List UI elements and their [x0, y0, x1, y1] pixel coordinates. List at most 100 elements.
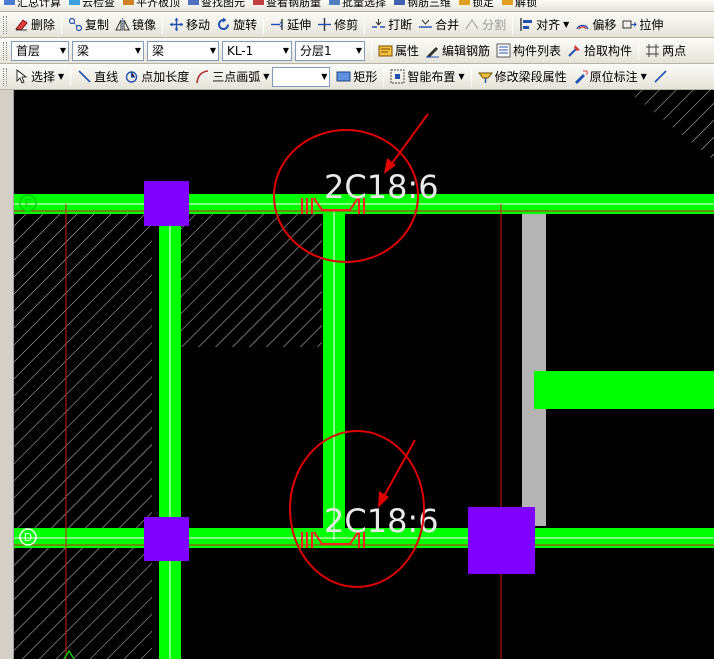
stretch-icon [622, 17, 638, 32]
align-slab-top-button[interactable]: 平齐板顶 [119, 0, 184, 10]
two-points-button[interactable]: 两点 [642, 40, 689, 62]
calc-icon [4, 0, 15, 5]
dropdown-arrow-icon: ▼ [640, 72, 647, 81]
cloud-icon [69, 0, 80, 5]
break-icon [371, 17, 386, 32]
dropdown-arrow-icon: ▼ [263, 72, 270, 81]
axis-label-e: E [25, 197, 32, 210]
delete-button[interactable]: 删除 [11, 14, 58, 36]
cloud-check-button[interactable]: 云检查 [65, 0, 119, 10]
modify-beam-segment-button[interactable]: 修改梁段属性 [475, 66, 570, 88]
batch-select-icon [329, 0, 340, 5]
sublayer-select[interactable]: 分层1 ▼ [295, 40, 365, 61]
separator [383, 67, 385, 86]
properties-icon [378, 43, 393, 58]
trim-icon [317, 17, 332, 32]
move-arrows-icon [169, 17, 184, 32]
pick-component-button[interactable]: 拾取构件 [564, 40, 635, 62]
annotation-icon [573, 69, 588, 84]
rotate-icon [216, 17, 231, 32]
move-button[interactable]: 移动 [166, 14, 213, 36]
column[interactable] [144, 181, 189, 226]
toolbar-grip[interactable] [3, 41, 7, 60]
batch-select-button[interactable]: 批量选择 [325, 0, 390, 10]
mirror-icon [115, 17, 130, 32]
edit-rebar-button[interactable]: 编辑钢筋 [422, 40, 493, 62]
hatched-slab [14, 211, 152, 659]
separator [512, 15, 514, 34]
view-rebar-qty-button[interactable]: 查看钢筋量 [249, 0, 325, 10]
markup-arrow [389, 113, 429, 167]
unlock-icon [502, 0, 513, 5]
pick-icon [567, 43, 582, 58]
break-button[interactable]: 打断 [368, 14, 415, 36]
point-length-icon [124, 69, 139, 84]
drawing-canvas[interactable]: E D 2C18:6 2C18:6 [14, 90, 714, 659]
chevron-down-icon: ▼ [355, 46, 362, 55]
category-select[interactable]: 梁 ▼ [72, 40, 144, 61]
split-icon [465, 17, 480, 32]
lock-button[interactable]: 锁定 [455, 0, 498, 10]
extend-icon [270, 17, 285, 32]
rectangle-icon [336, 69, 351, 84]
extend-button[interactable]: 延伸 [267, 14, 314, 36]
toolbar-grip[interactable] [3, 67, 7, 86]
smart-layout-icon [390, 69, 405, 84]
wall [522, 214, 546, 526]
component-select[interactable]: KL-1 ▼ [222, 40, 292, 61]
offset-button[interactable]: 偏移 [572, 14, 619, 36]
merge-button[interactable]: 合并 [415, 14, 462, 36]
rebar-label[interactable]: 2C18:6 [324, 168, 439, 206]
smart-layout-button[interactable]: 智能布置 ▼ [387, 66, 467, 88]
line-button[interactable]: 直线 [74, 66, 121, 88]
summary-calc-button[interactable]: 汇总计算 [0, 0, 65, 10]
type-select[interactable]: 梁 ▼ [147, 40, 219, 61]
separator [364, 15, 366, 34]
find-icon [188, 0, 199, 5]
lock-icon [459, 0, 470, 5]
separator [470, 67, 472, 86]
rebar-qty-icon [253, 0, 264, 5]
component-list-button[interactable]: 构件列表 [493, 40, 564, 62]
pencil-rebar-icon [425, 43, 440, 58]
unlock-button[interactable]: 解锁 [498, 0, 541, 10]
arc-mode-select[interactable]: ▼ [272, 66, 331, 87]
beam-horizontal[interactable] [534, 371, 714, 409]
slab-icon [123, 0, 134, 5]
align-button[interactable]: 对齐 ▼ [516, 14, 572, 36]
axis-label-d: D [24, 531, 32, 544]
column[interactable] [144, 517, 189, 561]
rotate-button[interactable]: 旋转 [213, 14, 260, 36]
beam-edit-icon [477, 69, 493, 84]
stretch-button[interactable]: 拉伸 [619, 14, 666, 36]
merge-icon [418, 17, 433, 32]
point-length-button[interactable]: 点加长度 [121, 66, 192, 88]
dropdown-arrow-icon: ▼ [58, 72, 65, 81]
hatched-slab [626, 90, 714, 160]
draw-toolbar: 选择 ▼ 直线 点加长度 三点画弧 ▼ ▼ 矩形 智能布置 ▼ 修改梁段属性 原… [0, 64, 714, 90]
edit-toolbar: 删除 复制 镜像 移动 旋转 延伸 修剪 打断 合并 分割 对齐 ▼ 偏移 拉伸 [0, 12, 714, 38]
copy-button[interactable]: 复制 [65, 14, 112, 36]
properties-button[interactable]: 属性 [375, 40, 422, 62]
toolbar-grip[interactable] [3, 15, 7, 34]
mirror-button[interactable]: 镜像 [112, 14, 159, 36]
trim-button[interactable]: 修剪 [314, 14, 361, 36]
line-icon [77, 69, 92, 84]
column[interactable] [468, 507, 535, 574]
layer-toolbar: 首层 ▼ 梁 ▼ 梁 ▼ KL-1 ▼ 分层1 ▼ 属性 编辑钢筋 构件列表 拾取构件 两… [0, 38, 714, 64]
separator [162, 15, 164, 34]
chevron-down-icon: ▼ [59, 46, 66, 55]
select-button[interactable]: 选择 ▼ [11, 66, 67, 88]
floor-select[interactable]: 首层 ▼ [11, 40, 69, 61]
find-element-button[interactable]: 查找图元 [184, 0, 249, 10]
separator [371, 41, 372, 60]
rebar-3d-button[interactable]: 钢筋三维 [390, 0, 455, 10]
dropdown-arrow-icon: ▼ [458, 72, 465, 81]
split-button[interactable]: 分割 [462, 14, 509, 36]
three-point-arc-button[interactable]: 三点画弧 ▼ [192, 66, 272, 88]
rectangle-button[interactable]: 矩形 [333, 66, 380, 88]
overflow-tool-button[interactable] [650, 66, 671, 88]
align-icon [519, 17, 534, 32]
in-place-annotation-button[interactable]: 原位标注 ▼ [570, 66, 650, 88]
copy-icon [68, 17, 83, 32]
